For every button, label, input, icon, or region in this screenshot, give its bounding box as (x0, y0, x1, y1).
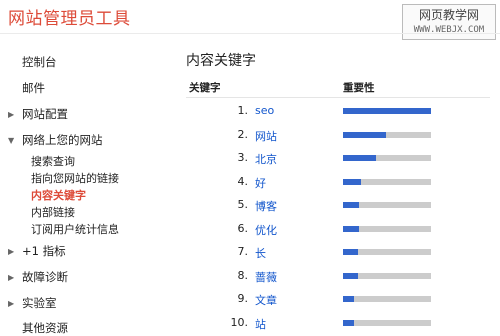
table-row: 7. 长 (186, 240, 490, 264)
sidebar-item-label: 网站配置 (22, 107, 68, 121)
chevron-right-icon: ▶ (8, 298, 15, 308)
sidebar-subitem-subscriber-stats[interactable]: 订阅用户统计信息 (31, 221, 119, 237)
keyword-link[interactable]: seo (255, 104, 274, 117)
row-rank: 9. (237, 292, 249, 305)
sidebar-item-messages[interactable]: 邮件 (8, 80, 45, 96)
importance-bar-fill (343, 225, 359, 232)
keyword-link[interactable]: 网站 (255, 128, 277, 144)
chevron-right-icon: ▶ (8, 109, 15, 119)
row-rank: 2. (237, 127, 249, 141)
importance-bar-fill (343, 178, 362, 185)
keyword-link[interactable]: 好 (255, 175, 266, 191)
sidebar-item-plus1-metrics[interactable]: ▶ +1 指标 (8, 243, 66, 259)
sidebar-subitem-search-queries[interactable]: 搜索查询 (31, 153, 75, 169)
watermark-logo: 网页教学网 WWW.WEBJX.COM (402, 4, 496, 40)
sidebar-item-label: 网络上您的网站 (22, 133, 103, 147)
keyword-link[interactable]: 优化 (255, 222, 277, 238)
importance-bar (343, 319, 431, 326)
row-rank: 4. (237, 174, 249, 188)
column-header-keyword: 关键字 (189, 82, 221, 94)
importance-bar-fill (343, 155, 377, 161)
sidebar-item-label: 控制台 (22, 55, 57, 69)
importance-bar (343, 202, 431, 208)
table-row: 5. 博客 (186, 193, 490, 217)
page-title: 内容关键字 (186, 53, 256, 69)
sidebar-item-label: +1 指标 (22, 244, 66, 258)
importance-bar-fill (343, 131, 387, 138)
sidebar-item-diagnostics[interactable]: ▶ 故障诊断 (8, 269, 68, 285)
importance-bar (343, 155, 431, 161)
importance-bar (343, 178, 431, 185)
row-rank: 1. (237, 104, 249, 117)
table-header-divider (186, 97, 490, 98)
importance-bar (343, 272, 431, 279)
importance-bar-fill (343, 296, 355, 302)
keyword-link[interactable]: 站 (255, 316, 266, 332)
watermark-line1: 网页教学网 (418, 8, 479, 22)
table-row: 3. 北京 (186, 146, 490, 170)
sidebar-subitem-links-to-site[interactable]: 指向您网站的链接 (31, 170, 119, 186)
importance-bar-fill (343, 272, 358, 279)
keyword-link[interactable]: 文章 (255, 292, 277, 308)
sidebar-item-site-config[interactable]: ▶ 网站配置 (8, 106, 68, 122)
table-row: 6. 优化 (186, 217, 490, 241)
importance-bar-fill (343, 108, 431, 114)
importance-bar-fill (343, 202, 359, 208)
importance-bar (343, 249, 431, 255)
watermark-line2: WWW.WEBJX.COM (413, 25, 485, 35)
row-rank: 5. (237, 198, 249, 211)
table-row: 8. 蔷薇 (186, 264, 490, 288)
sidebar-item-label: 邮件 (22, 81, 45, 95)
importance-bar (343, 225, 431, 232)
row-rank: 7. (237, 245, 249, 258)
importance-bar (343, 108, 431, 114)
keyword-link[interactable]: 博客 (255, 198, 277, 214)
row-rank: 8. (237, 268, 249, 282)
sidebar-item-label: 故障诊断 (22, 270, 68, 284)
chevron-right-icon: ▶ (8, 246, 15, 256)
chevron-down-icon: ▼ (8, 135, 15, 145)
importance-bar-fill (343, 249, 358, 255)
importance-bar (343, 131, 431, 138)
keyword-link[interactable]: 北京 (255, 151, 277, 167)
sidebar-subitem-internal-links[interactable]: 内部链接 (31, 204, 75, 220)
row-rank: 3. (237, 151, 249, 164)
keyword-link[interactable]: 蔷薇 (255, 269, 277, 285)
sidebar-item-your-site-on-web[interactable]: ▼ 网络上您的网站 (8, 132, 103, 148)
table-row: 9. 文章 (186, 287, 490, 311)
importance-bar (343, 296, 431, 302)
sidebar-item-dashboard[interactable]: 控制台 (8, 54, 57, 70)
row-rank: 10. (230, 315, 249, 329)
sidebar-subitem-content-keywords[interactable]: 内容关键字 (31, 187, 86, 203)
table-row: 10. 站 (186, 311, 490, 335)
sidebar-item-labs[interactable]: ▶ 实验室 (8, 295, 57, 311)
sidebar: 控制台 邮件 ▶ 网站配置 ▼ 网络上您的网站 搜索查询 指向您网站的链接 内容… (0, 0, 180, 335)
keyword-link[interactable]: 长 (255, 245, 266, 261)
table-row: 2. 网站 (186, 123, 490, 147)
importance-bar-fill (343, 319, 355, 326)
column-header-importance: 重要性 (343, 82, 375, 94)
chevron-right-icon: ▶ (8, 272, 15, 282)
table-row: 4. 好 (186, 170, 490, 194)
row-rank: 6. (237, 221, 249, 235)
sidebar-item-label: 实验室 (22, 296, 57, 310)
table-row: 1. seo (186, 99, 490, 123)
